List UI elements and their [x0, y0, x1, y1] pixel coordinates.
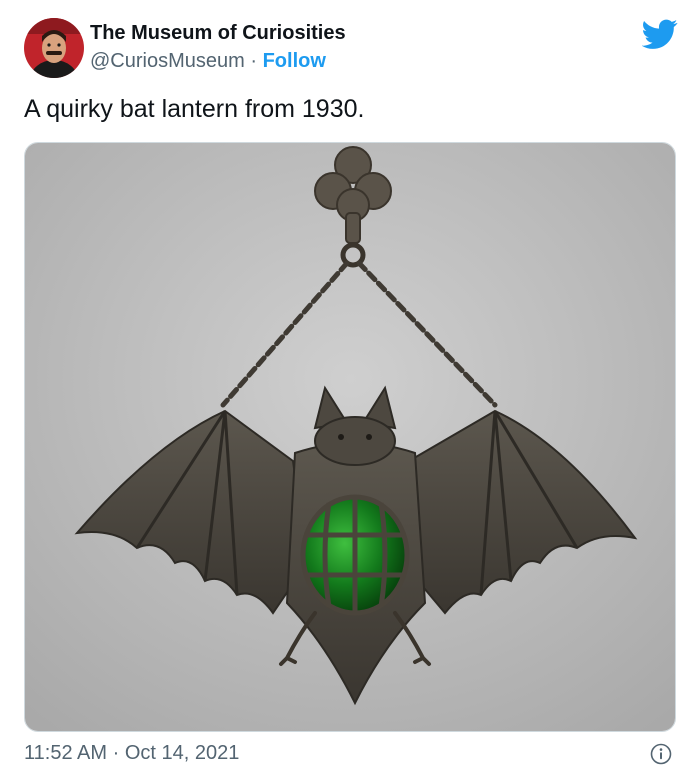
author-handle[interactable]: @CuriosMuseum: [90, 50, 245, 72]
handle-separator: ·: [244, 50, 263, 72]
author-display-name[interactable]: The Museum of Curiosities: [90, 22, 346, 45]
twitter-bird-icon[interactable]: [641, 16, 678, 52]
follow-button[interactable]: Follow: [263, 50, 326, 72]
tweet-text: A quirky bat lantern from 1930.: [24, 95, 365, 123]
bat-lantern-photo: [25, 143, 675, 731]
avatar[interactable]: [24, 18, 84, 78]
author-handle-line: @CuriosMuseum · Follow: [90, 50, 326, 73]
avatar-image: [24, 18, 84, 78]
timestamp-separator: ·: [107, 742, 125, 764]
tweet-timestamp[interactable]: 11:52 AM · Oct 14, 2021: [24, 742, 239, 765]
tweet-time: 11:52 AM: [24, 742, 108, 764]
info-icon[interactable]: [650, 743, 672, 765]
tweet-media-image[interactable]: [24, 142, 676, 732]
tweet-date: Oct 14, 2021: [124, 742, 240, 764]
